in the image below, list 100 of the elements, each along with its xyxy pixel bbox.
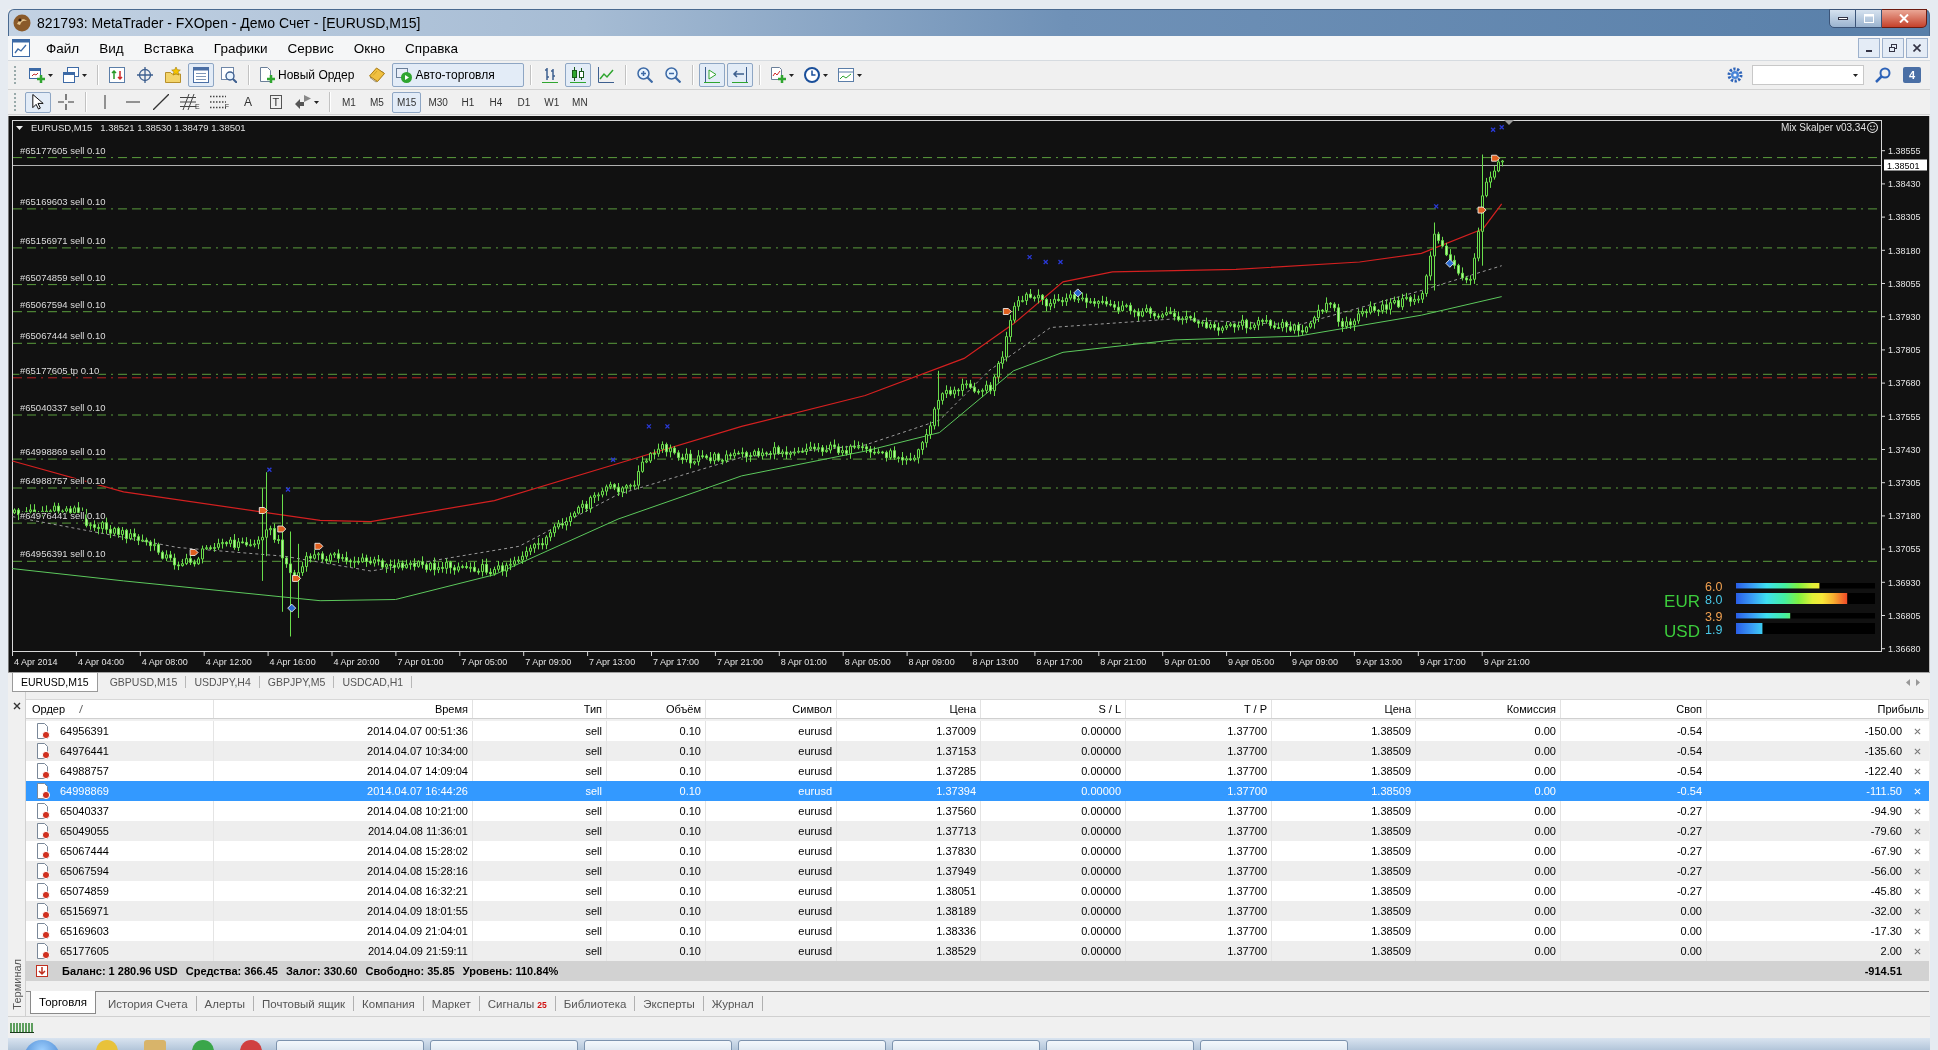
terminal-tab[interactable]: Эксперты xyxy=(635,996,704,1011)
terminal-tab[interactable]: История Счета xyxy=(100,996,197,1011)
price-axis-label: 1.36930 xyxy=(1888,577,1921,588)
terminal-tab[interactable]: Компания xyxy=(354,996,424,1011)
document-plus-icon xyxy=(259,67,275,83)
close-button[interactable] xyxy=(1906,38,1928,58)
column-header[interactable]: T / P xyxy=(1126,700,1272,718)
column-header[interactable]: Своп xyxy=(1561,700,1707,718)
menu-item[interactable]: Справка xyxy=(395,37,469,59)
menu-item[interactable]: Окно xyxy=(343,37,396,59)
scroll-arrow-icon xyxy=(732,67,749,83)
column-header[interactable]: Тип xyxy=(473,700,607,718)
terminal-button[interactable] xyxy=(188,63,214,87)
column-header[interactable]: Цена xyxy=(837,700,981,718)
timeframe-button[interactable]: H4 xyxy=(482,91,509,113)
chart-tab[interactable]: GBPUSD,M15 xyxy=(101,676,187,688)
menu-item[interactable]: Вставка xyxy=(133,37,204,59)
terminal-tab[interactable]: Сигналы 25 xyxy=(479,996,556,1011)
autoscroll-button[interactable] xyxy=(727,63,754,87)
timeframe-button[interactable]: MN xyxy=(566,91,593,113)
column-header[interactable]: Ордер xyxy=(26,700,214,718)
terminal-tab[interactable]: Торговля xyxy=(30,991,97,1014)
menu-item[interactable]: Файл xyxy=(36,37,90,59)
maximize-icon xyxy=(1863,14,1874,23)
arrow-left-icon[interactable] xyxy=(1906,679,1910,686)
timeframe-button[interactable]: D1 xyxy=(510,91,537,113)
timeframe-button[interactable]: M15 xyxy=(391,91,422,113)
table-cell-text: -122.40 xyxy=(1864,764,1902,779)
terminal-tab[interactable]: Журнал xyxy=(703,996,763,1011)
table-cell-text: 65040337 xyxy=(60,804,109,819)
table-cell-text: -135.60 xyxy=(1864,744,1902,759)
signal-bars-icon xyxy=(10,1022,34,1033)
candlestick-chart-button[interactable] xyxy=(565,63,592,87)
time-axis-label: 4 Apr 12:00 xyxy=(205,657,252,667)
window-plus-icon xyxy=(29,67,45,83)
table-row[interactable]: 65169603 2014.04.09 21:04:01 sell 0.10 eurusd 1.38336 0.00000 1.37700 1.38509 0.00 0.00 -17.30 xyxy=(26,921,1929,941)
column-header[interactable]: S / L xyxy=(981,700,1126,718)
cursor-tool-button[interactable] xyxy=(25,91,51,113)
document-icon xyxy=(36,743,50,759)
minimize-button[interactable] xyxy=(1829,9,1856,28)
terminal-tab[interactable]: Библиотека xyxy=(555,996,636,1011)
price-axis-label: 1.37305 xyxy=(1888,478,1921,488)
messages-button[interactable]: 4 xyxy=(1897,63,1926,87)
timeframe-button[interactable]: W1 xyxy=(538,91,565,113)
minimize-button[interactable] xyxy=(1858,38,1880,58)
time-axis-label: 4 Apr 20:00 xyxy=(333,657,380,667)
document-icon xyxy=(36,803,50,819)
table-cell-text: 65049055 xyxy=(60,824,109,839)
terminal-tab[interactable]: Алерты xyxy=(196,996,254,1011)
table-row[interactable]: 65067444 2014.04.08 15:28:02 sell 0.10 eurusd 1.37830 0.00000 1.37700 1.38509 0.00 -0.27 -67.90 xyxy=(26,841,1929,861)
timeframe-button[interactable]: M1 xyxy=(335,91,362,113)
arrow-right-icon[interactable] xyxy=(1916,679,1920,686)
document-icon xyxy=(36,763,50,779)
chart-shift-button[interactable] xyxy=(699,63,726,87)
strength-reading: 1.9 xyxy=(1705,623,1723,637)
table-cell-text: 65067444 xyxy=(60,844,109,859)
column-header[interactable]: Цена xyxy=(1272,700,1416,718)
table-cell-text: -67.90 xyxy=(1870,844,1902,859)
chart-tab[interactable]: USDJPY,H4 xyxy=(186,676,260,688)
column-header[interactable]: Символ xyxy=(706,700,837,718)
menu-item[interactable]: Графики xyxy=(203,37,278,59)
menu-item[interactable]: Вид xyxy=(89,37,134,59)
table-row[interactable]: 64988757 2014.04.07 14:09:04 sell 0.10 eurusd 1.37285 0.00000 1.37700 1.38509 0.00 -0.54 -122.40 xyxy=(26,761,1929,781)
text-label-tool-button[interactable]: T xyxy=(262,91,289,113)
restore-button[interactable] xyxy=(1882,38,1904,58)
new-order-button[interactable]: Новый Ордер xyxy=(255,63,363,87)
price-axis-label: 1.38555 xyxy=(1888,146,1921,156)
caret-icon[interactable] xyxy=(16,125,23,130)
price-axis-label: 1.37680 xyxy=(1888,378,1921,389)
round-logo-icon xyxy=(13,14,31,32)
chart-tab[interactable]: GBPJPY,M5 xyxy=(259,676,335,688)
time-axis-label: 8 Apr 01:00 xyxy=(780,657,827,667)
time-axis-label: 8 Apr 21:00 xyxy=(1100,657,1147,667)
caret-icon xyxy=(313,100,319,104)
table-row[interactable]: 64956391 2014.04.07 00:51:36 sell 0.10 eurusd 1.37009 0.00000 1.37700 1.38509 0.00 -0.54 -150.00 xyxy=(26,721,1929,741)
book-icon xyxy=(369,67,386,83)
timeframe-button[interactable]: M30 xyxy=(423,91,453,113)
text-tool-button[interactable]: A xyxy=(234,91,261,113)
table-row[interactable]: 65074859 2014.04.08 16:32:21 sell 0.10 eurusd 1.38051 0.00000 1.37700 1.38509 0.00 -0.27 -45.80 xyxy=(26,881,1929,901)
column-header[interactable]: Комиссия xyxy=(1416,700,1561,718)
terminal-tab[interactable]: Почтовый ящик xyxy=(254,996,355,1011)
timeframe-button[interactable]: H1 xyxy=(454,91,481,113)
chart-tab[interactable]: USDCAD,H1 xyxy=(334,676,413,688)
timeframe-button[interactable]: M5 xyxy=(363,91,390,113)
close-button[interactable] xyxy=(1882,9,1927,28)
maximize-button[interactable] xyxy=(1856,9,1882,28)
chart-tab[interactable]: EURUSD,M15 xyxy=(12,673,98,692)
price-axis-label: 1.38055 xyxy=(1888,278,1921,289)
autotrading-button[interactable]: Авто-торговля xyxy=(392,63,525,87)
column-header[interactable]: Объём xyxy=(607,700,706,718)
time-axis-label: 7 Apr 01:00 xyxy=(397,657,444,667)
diagonal-line-icon xyxy=(153,94,169,110)
close-icon[interactable] xyxy=(12,702,21,710)
terminal-tab[interactable]: Маркет xyxy=(423,996,480,1011)
time-axis-label: 7 Apr 21:00 xyxy=(716,657,763,667)
strength-reading: 8.0 xyxy=(1705,593,1723,607)
column-header[interactable]: Время xyxy=(214,700,473,718)
table-row[interactable]: 65040337 2014.04.08 10:21:00 sell 0.10 eurusd 1.37560 0.00000 1.37700 1.38509 0.00 -0.27 -94.90 xyxy=(26,801,1929,821)
column-header[interactable]: Прибыль xyxy=(1707,700,1929,718)
menu-item[interactable]: Сервис xyxy=(277,37,344,59)
